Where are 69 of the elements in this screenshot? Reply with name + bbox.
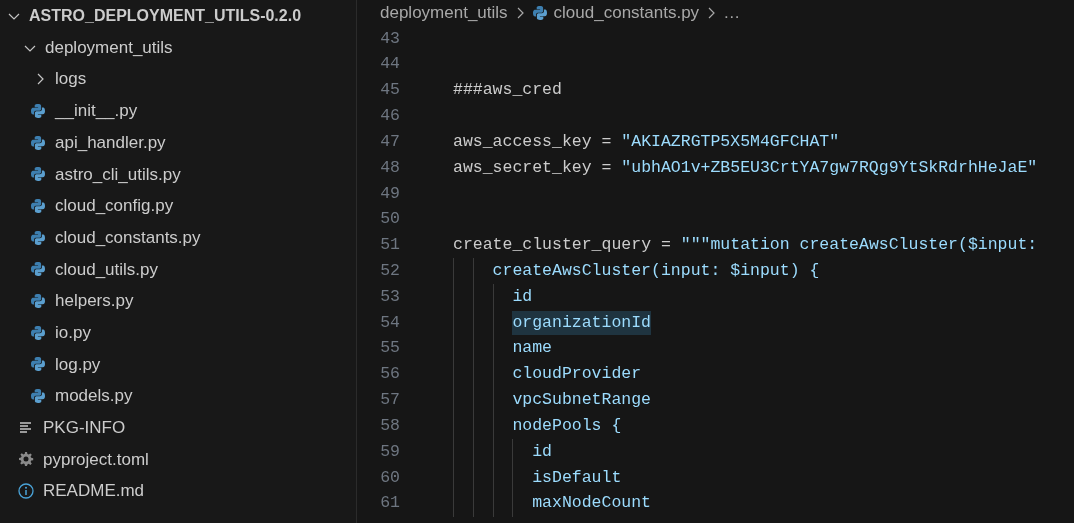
code-text: ###aws_cred (453, 79, 562, 102)
python-icon (30, 166, 46, 183)
line-number: 51 (379, 234, 400, 257)
code-text: create_cluster_query = (453, 234, 672, 257)
tree-item[interactable]: io.py (0, 316, 356, 349)
line-number: 58 (379, 414, 400, 437)
code-text: nodePools { (512, 414, 622, 437)
line-number: 52 (379, 260, 400, 282)
tree-item[interactable]: models.py (0, 380, 356, 412)
gear-icon (18, 451, 34, 468)
tree-item[interactable]: pyproject.toml (0, 443, 356, 476)
code-text: "ubhAO1v+ZB5EU3CrtYA7gw7RQg9YtSkRdrhHeJaE" (621, 156, 1038, 179)
code-text: id (532, 440, 552, 463)
line-number: 50 (379, 208, 400, 231)
python-icon (30, 324, 46, 341)
tree-item[interactable]: helpers.py (0, 285, 356, 317)
explorer-title[interactable]: ASTRO_DEPLOYMENT_UTILS-0.2.0 (29, 3, 302, 28)
tree-item[interactable]: PKG-INFO (0, 411, 356, 444)
tree-item[interactable]: cloud_config.py (0, 190, 356, 222)
line-number: 53 (379, 285, 400, 308)
python-icon (30, 293, 46, 310)
code-text: maxNodeCount (532, 492, 651, 515)
tree-item[interactable]: api_handler.py (0, 126, 356, 159)
tree-item[interactable]: logs (0, 63, 356, 96)
highlighted-code-text: organizationId (512, 310, 651, 336)
code-text: isDefault (532, 466, 622, 489)
code-text: aws_access_key = (453, 130, 613, 153)
python-icon (531, 5, 548, 21)
python-icon (30, 388, 46, 405)
python-icon (30, 229, 46, 246)
line-number: 43 (379, 27, 400, 50)
breadcrumb-item[interactable]: deployment_utils (380, 0, 508, 26)
line-number: 61 (379, 492, 400, 515)
breadcrumb-item[interactable]: cloud_constants.py (553, 0, 700, 26)
line-number: 48 (379, 156, 400, 179)
python-icon (30, 356, 46, 373)
code-text: vpcSubnetRange (512, 389, 651, 412)
line-number: 49 (379, 182, 400, 205)
tree-item[interactable]: deployment_utils (0, 31, 356, 64)
info-icon (18, 483, 34, 500)
line-number: 46 (379, 105, 400, 127)
python-icon (30, 197, 46, 214)
line-number: 45 (379, 79, 400, 102)
line-number: 59 (379, 440, 400, 463)
tree-item[interactable]: __init__.py (0, 95, 356, 127)
code-text: cloudProvider (512, 363, 642, 386)
python-icon (30, 102, 46, 119)
tree-item[interactable]: log.py (0, 348, 356, 381)
line-number: 54 (379, 311, 400, 334)
code-text: name (512, 337, 552, 360)
line-number: 60 (379, 466, 400, 489)
tree-item[interactable]: README.md (0, 475, 356, 507)
code-text: aws_secret_key = (453, 156, 613, 179)
tree-item[interactable]: astro_cli_utils.py (0, 158, 356, 191)
tree-item[interactable]: cloud_constants.py (0, 221, 356, 254)
code-text: id (512, 285, 533, 308)
code-text: "AKIAZRGTP5X5M4GFCHAT" (621, 130, 840, 153)
lines-icon (18, 419, 34, 436)
line-number: 44 (379, 53, 400, 76)
python-icon (30, 134, 46, 151)
line-number: 47 (379, 130, 400, 153)
code-text: """mutation createAwsCluster($input: (680, 234, 1038, 257)
line-number: 56 (379, 363, 400, 386)
line-number: 57 (379, 389, 400, 412)
python-icon (30, 261, 46, 278)
code-text: createAwsCluster(input: $input) { (492, 260, 820, 282)
more-button[interactable]: … (723, 0, 741, 26)
tree-item[interactable]: cloud_utils.py (0, 253, 356, 286)
line-number: 55 (379, 337, 400, 360)
